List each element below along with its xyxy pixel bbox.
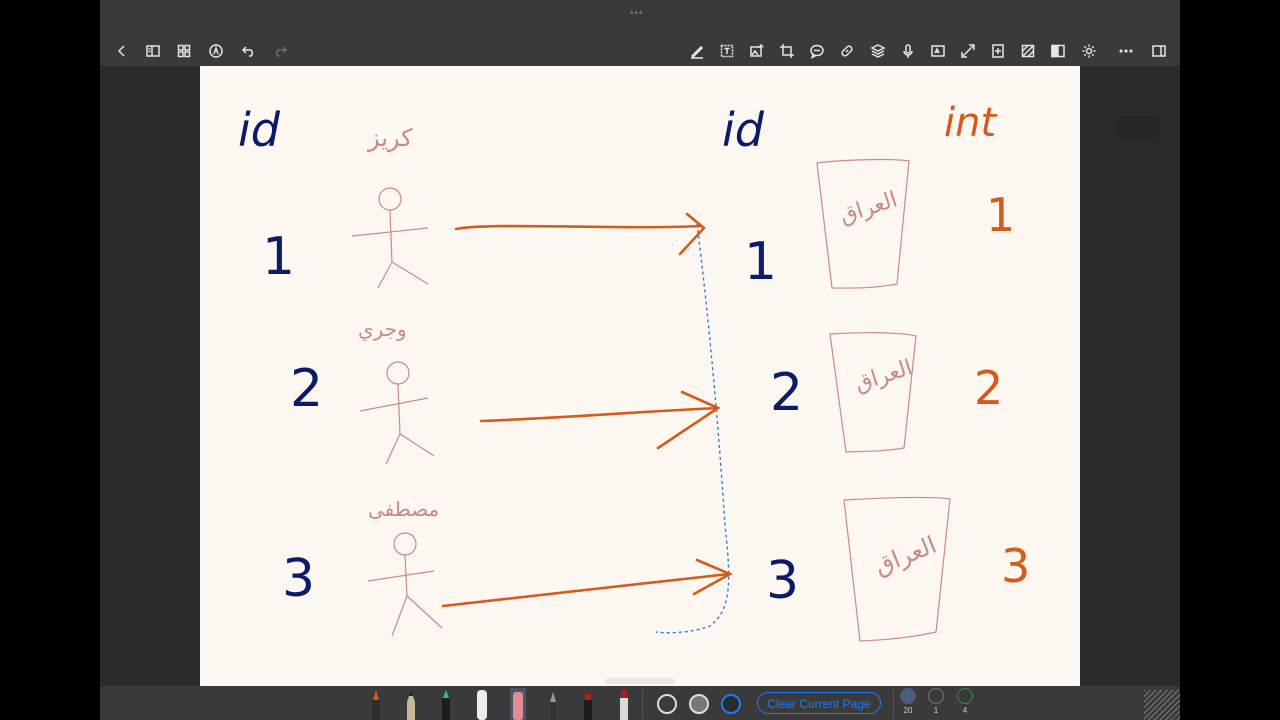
brush-icon[interactable] (546, 690, 560, 720)
window-grip[interactable]: ••• (630, 9, 650, 19)
shape-fill-dark-icon[interactable] (657, 694, 677, 714)
shape-outline-blue-icon[interactable] (721, 694, 741, 714)
side-panel-tab[interactable] (1118, 116, 1160, 138)
left-id-3: 3 (282, 549, 315, 609)
stick-figure-3 (367, 532, 443, 637)
lasso-pen-icon[interactable] (617, 688, 631, 720)
sidebar-toggle-icon[interactable] (1148, 40, 1170, 62)
stick-figure-1 (351, 187, 429, 289)
top-toolbar: ••• (100, 0, 1180, 66)
crop-icon[interactable] (776, 40, 798, 62)
right-id-header: id (722, 103, 765, 157)
shape-fill-gray-icon[interactable] (689, 694, 709, 714)
pencil-icon[interactable] (404, 690, 418, 720)
preset-label: 4 (962, 706, 968, 715)
template-icon[interactable] (1017, 40, 1039, 62)
preset-label: 20 (903, 706, 913, 715)
redo-icon[interactable] (269, 40, 291, 62)
preset-dot-icon (900, 688, 916, 704)
box-label-3: العراق (870, 531, 940, 581)
note-page[interactable]: id id int كريز وجري مصطفى 1 2 3 1 2 3 ال… (200, 66, 1080, 686)
toolbar-divider (893, 690, 894, 718)
link-icon[interactable] (836, 40, 858, 62)
page-scroll-handle[interactable] (605, 678, 675, 684)
arrow-3 (441, 572, 731, 608)
handwriting-canvas[interactable]: id id int كريز وجري مصطفى 1 2 3 1 2 3 ال… (200, 66, 1080, 686)
preset-label: 1 (933, 706, 939, 715)
marker-green-icon[interactable] (439, 688, 453, 720)
microphone-icon[interactable] (897, 40, 919, 62)
notes-app: ••• id id int كريز وجري مصطفى 1 2 3 1 2 … (100, 0, 1180, 720)
left-name-1: كريز (367, 124, 413, 152)
sidebar-panel-icon[interactable] (142, 40, 164, 62)
stroke-preset-2[interactable]: 1 (927, 688, 945, 718)
stick-figure-2 (359, 361, 435, 465)
marker-red-icon[interactable] (581, 690, 595, 720)
left-id-1: 1 (262, 227, 295, 287)
pen-mode-icon[interactable] (205, 40, 227, 62)
int-value-2: 2 (974, 361, 1003, 415)
clear-page-button[interactable]: Clear Current Page (757, 692, 881, 714)
image-add-icon[interactable] (746, 40, 768, 62)
more-icon[interactable] (1115, 40, 1137, 62)
preset-dot-icon (928, 688, 944, 704)
undo-icon[interactable] (238, 40, 260, 62)
country-box-1 (816, 158, 910, 289)
layers-icon[interactable] (867, 40, 889, 62)
settings-icon[interactable] (1078, 40, 1100, 62)
canvas-area: id id int كريز وجري مصطفى 1 2 3 1 2 3 ال… (100, 66, 1180, 686)
resize-grip[interactable] (1144, 690, 1180, 720)
dashed-bracket (655, 223, 730, 634)
box-label-1: العراق (837, 187, 901, 229)
split-view-icon[interactable] (1047, 40, 1069, 62)
comment-icon[interactable] (806, 40, 828, 62)
arrow-2 (479, 406, 720, 423)
left-id-header: id (238, 103, 281, 157)
grid-pages-icon[interactable] (173, 40, 195, 62)
text-tool-icon[interactable] (716, 40, 738, 62)
fountain-pen-icon[interactable] (369, 690, 383, 720)
back-icon[interactable] (111, 40, 133, 62)
stroke-preset-3[interactable]: 4 (956, 688, 974, 718)
eraser-icon[interactable] (510, 688, 526, 720)
preset-dot-icon (957, 688, 973, 704)
int-header: int (944, 100, 997, 146)
right-id-3: 3 (766, 551, 799, 611)
toolbar-divider (642, 690, 643, 718)
expand-icon[interactable] (957, 40, 979, 62)
arrow-1 (454, 224, 704, 231)
add-page-icon[interactable] (987, 40, 1009, 62)
right-id-2: 2 (770, 363, 803, 423)
stroke-preset-1[interactable]: 20 (899, 688, 917, 718)
right-id-1: 1 (744, 232, 777, 292)
int-value-1: 1 (986, 188, 1015, 242)
highlighter-icon[interactable] (475, 688, 489, 720)
pen-tool-icon[interactable] (686, 40, 708, 62)
arrow-2-head (656, 390, 721, 450)
left-id-2: 2 (290, 359, 323, 419)
scan-text-icon[interactable] (927, 40, 949, 62)
bottom-toolbar: Clear Current Page 20 1 4 (100, 678, 1180, 720)
int-value-3: 3 (1001, 539, 1030, 593)
left-name-2: وجري (358, 317, 407, 342)
box-label-2: العراق (852, 355, 916, 397)
left-name-3: مصطفى (368, 497, 439, 521)
